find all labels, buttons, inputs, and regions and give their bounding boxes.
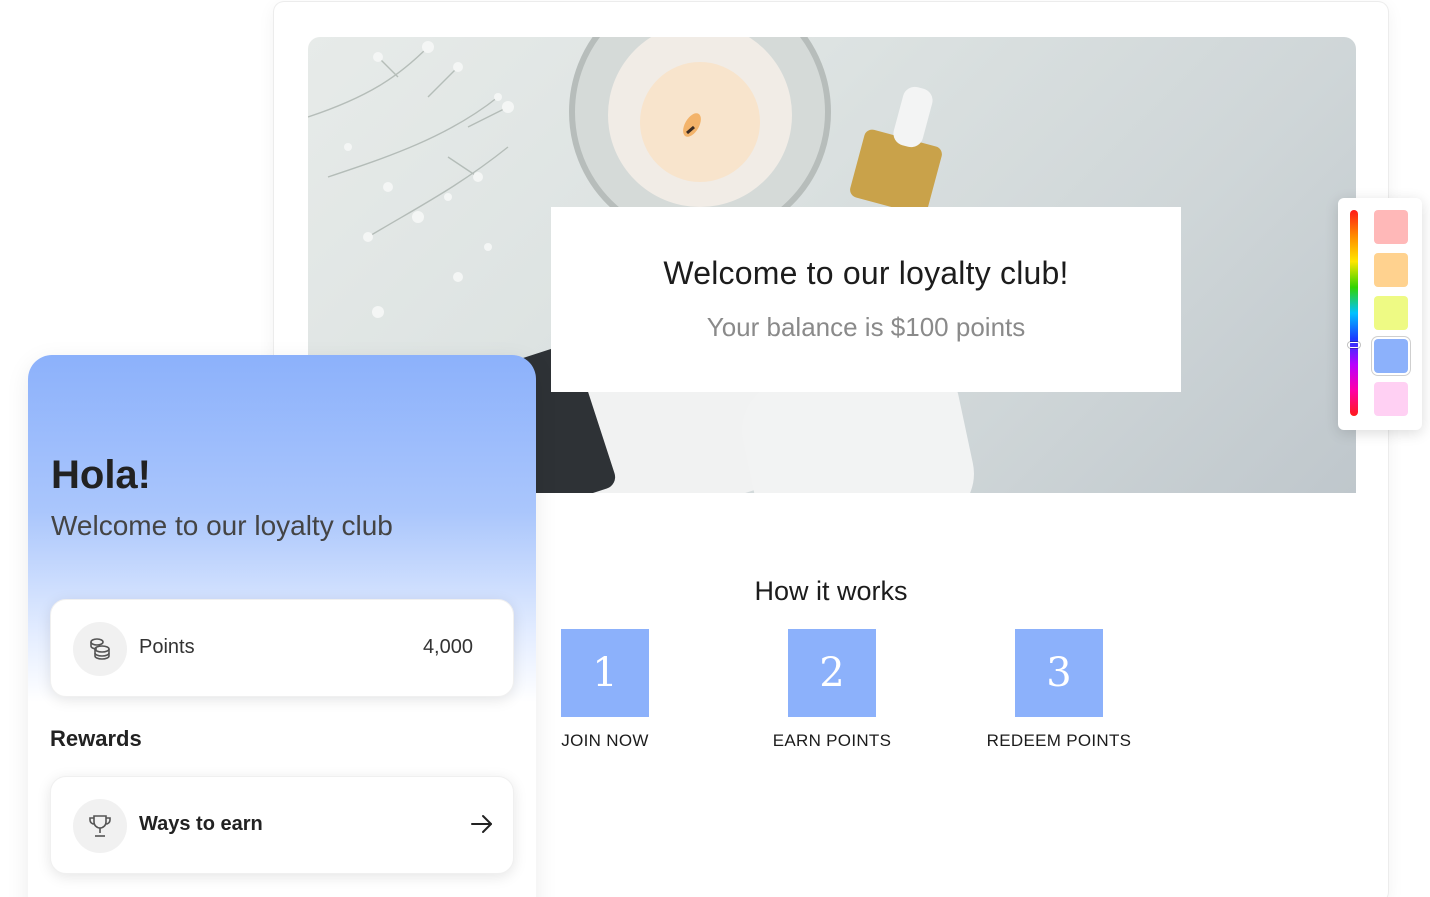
hue-slider[interactable] [1350, 210, 1358, 416]
arrow-right-icon[interactable] [469, 811, 495, 842]
points-card[interactable]: Points 4,000 [50, 599, 514, 697]
greeting-subtitle: Welcome to our loyalty club [51, 510, 393, 541]
ways-to-earn-label: Ways to earn [139, 813, 263, 835]
greeting-title: Hola! [51, 453, 151, 497]
trophy-icon [73, 799, 127, 853]
loyalty-widget: Hola! Welcome to our loyalty club Points… [28, 355, 536, 897]
color-swatch-orange[interactable] [1374, 253, 1408, 287]
step-redeem-points: 3 REDEEM POINTS [949, 629, 1169, 751]
rewards-heading: Rewards [50, 726, 142, 751]
color-swatch-lavender-pink[interactable] [1374, 382, 1408, 416]
color-swatch-lime[interactable] [1374, 296, 1408, 330]
ways-to-earn-card[interactable]: Ways to earn [50, 776, 514, 874]
coins-icon [73, 622, 127, 676]
step-number: 3 [1015, 629, 1103, 717]
step-number: 1 [561, 629, 649, 717]
balance-text: Your balance is $100 points [706, 312, 1026, 342]
hue-slider-handle[interactable] [1348, 342, 1360, 348]
color-swatch-blue[interactable] [1374, 339, 1408, 373]
step-label: EARN POINTS [772, 731, 892, 750]
color-picker [1338, 198, 1422, 430]
color-swatch-pink[interactable] [1374, 210, 1408, 244]
welcome-box: Welcome to our loyalty club! Your balanc… [551, 207, 1181, 392]
step-number: 2 [788, 629, 876, 717]
points-label: Points [139, 636, 195, 658]
step-label: REDEEM POINTS [986, 731, 1132, 750]
step-earn-points: 2 EARN POINTS [722, 629, 942, 751]
welcome-title: Welcome to our loyalty club! [663, 255, 1069, 291]
points-value: 4,000 [422, 636, 473, 658]
